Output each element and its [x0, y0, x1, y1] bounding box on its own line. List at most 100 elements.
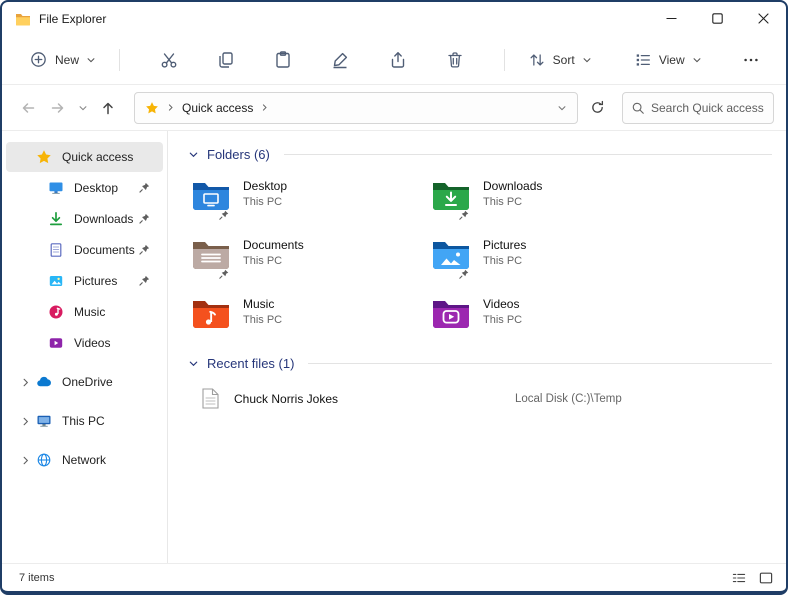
folder-tile-pictures[interactable]: Pictures This PC — [431, 237, 656, 279]
pin-icon — [218, 209, 230, 221]
close-button[interactable] — [740, 2, 786, 35]
rename-icon — [333, 52, 348, 68]
status-bar: 7 items — [2, 563, 786, 591]
new-button-label: New — [55, 52, 80, 67]
sidebar-item-label: Pictures — [74, 274, 118, 288]
sidebar-item-label: Documents — [74, 243, 135, 257]
refresh-button[interactable] — [582, 93, 612, 123]
thumbnail-view-button[interactable] — [754, 567, 778, 589]
arrow-left-icon — [22, 102, 35, 113]
quick-access-star-icon — [145, 101, 159, 115]
ellipsis-icon — [744, 58, 759, 61]
paste-button[interactable] — [267, 42, 300, 78]
forward-button[interactable] — [44, 94, 72, 122]
pin-icon — [458, 209, 470, 221]
computer-icon — [36, 413, 52, 429]
maximize-button[interactable] — [694, 2, 740, 35]
sidebar-item-documents[interactable]: Documents — [6, 235, 163, 265]
documents-folder-icon — [191, 237, 231, 271]
download-arrow-icon — [48, 211, 64, 227]
chevron-down-icon — [692, 55, 702, 65]
minimize-button[interactable] — [648, 2, 694, 35]
document-icon — [48, 242, 64, 258]
chevron-right-icon — [260, 103, 269, 112]
sidebar-item-label: Network — [62, 453, 107, 467]
view-button[interactable]: View — [625, 44, 711, 76]
chevron-down-icon — [79, 105, 87, 110]
address-dropdown-chevron[interactable] — [557, 103, 567, 113]
chevron-down-icon — [86, 55, 96, 65]
chevron-down-icon — [582, 55, 592, 65]
file-explorer-window: File Explorer New Sort View Quick access… — [0, 0, 788, 595]
onedrive-cloud-icon — [36, 374, 52, 390]
sidebar-item-videos[interactable]: Videos — [6, 328, 163, 358]
sidebar-item-onedrive[interactable]: OneDrive — [6, 367, 163, 397]
chevron-right-icon[interactable] — [14, 377, 36, 388]
sidebar-item-network[interactable]: Network — [6, 445, 163, 475]
view-icon — [634, 51, 652, 69]
sort-icon — [528, 51, 546, 69]
command-toolbar: New Sort View — [2, 35, 786, 85]
content-pane: Folders (6) Desktop This PC Downloads Th… — [168, 131, 786, 563]
pin-icon — [458, 268, 470, 280]
group-divider — [283, 154, 772, 155]
folder-location: This PC — [243, 255, 283, 267]
sidebar-item-desktop[interactable]: Desktop — [6, 173, 163, 203]
items-count: 7 items — [19, 571, 55, 584]
back-button[interactable] — [14, 94, 42, 122]
sidebar-item-downloads[interactable]: Downloads — [6, 204, 163, 234]
sidebar-item-quick-access[interactable]: Quick access — [6, 142, 163, 172]
search-input[interactable] — [651, 100, 769, 115]
recent-files-group-label: Recent files (1) — [207, 356, 295, 371]
refresh-icon — [591, 100, 603, 113]
sidebar-item-label: Videos — [74, 336, 111, 350]
thumbnail-view-icon — [759, 572, 773, 583]
recent-locations-button[interactable] — [74, 94, 92, 122]
chevron-down-icon — [188, 358, 199, 369]
folder-tile-videos[interactable]: Videos This PC — [431, 296, 656, 330]
video-play-icon — [48, 335, 64, 351]
share-icon — [391, 51, 404, 68]
details-view-button[interactable] — [727, 567, 751, 589]
cut-button[interactable] — [152, 42, 185, 78]
sidebar-item-label: Desktop — [74, 181, 119, 195]
delete-button[interactable] — [438, 42, 471, 78]
breadcrumb-quick-access[interactable]: Quick access — [182, 101, 253, 115]
sidebar-item-music[interactable]: Music — [6, 297, 163, 327]
sidebar-item-this-pc[interactable]: This PC — [6, 406, 163, 436]
folder-location: This PC — [483, 314, 523, 326]
chevron-right-icon[interactable] — [14, 455, 36, 466]
titlebar: File Explorer — [2, 2, 786, 35]
folders-group-header[interactable]: Folders (6) — [188, 147, 772, 162]
folder-tile-desktop[interactable]: Desktop This PC — [191, 178, 416, 220]
sidebar-item-pictures[interactable]: Pictures — [6, 266, 163, 296]
folder-tile-music[interactable]: Music This PC — [191, 296, 416, 330]
paste-icon — [276, 50, 290, 68]
window-controls — [648, 2, 786, 35]
network-globe-icon — [36, 452, 52, 468]
details-view-icon — [732, 573, 746, 582]
folder-name: Videos — [483, 297, 520, 311]
sort-button-label: Sort — [552, 52, 575, 67]
folder-name: Desktop — [243, 179, 288, 193]
folder-tile-downloads[interactable]: Downloads This PC — [431, 178, 656, 220]
rename-button[interactable] — [324, 42, 357, 78]
address-bar[interactable]: Quick access — [134, 91, 578, 124]
star-icon — [36, 149, 52, 165]
sidebar-item-label: OneDrive — [62, 375, 113, 389]
recent-files-group-header[interactable]: Recent files (1) — [188, 356, 772, 371]
copy-button[interactable] — [209, 42, 242, 78]
folder-tile-documents[interactable]: Documents This PC — [191, 237, 416, 279]
pin-icon — [138, 212, 151, 225]
up-button[interactable] — [94, 94, 122, 122]
more-button[interactable] — [735, 42, 768, 78]
recent-file-name: Chuck Norris Jokes — [234, 391, 339, 406]
chevron-right-icon[interactable] — [14, 416, 36, 427]
new-button[interactable]: New — [20, 43, 105, 76]
toolbar-separator — [503, 48, 505, 71]
scissors-icon — [161, 52, 177, 68]
share-button[interactable] — [381, 42, 414, 78]
search-box[interactable] — [622, 91, 774, 124]
recent-file-row[interactable]: Chuck Norris Jokes Local Disk (C:)\Temp — [202, 388, 772, 409]
sort-button[interactable]: Sort — [519, 44, 601, 76]
